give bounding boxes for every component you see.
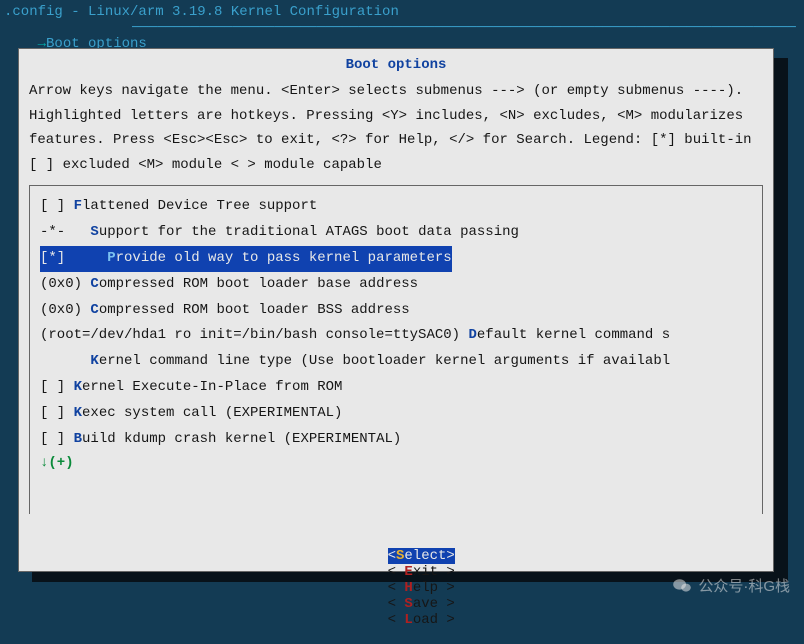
option-item[interactable]: [ ] Build kdump crash kernel (EXPERIMENT… [40, 427, 752, 453]
divider-line: ────────────────────────────────────────… [132, 20, 796, 34]
hotkey: C [90, 276, 98, 292]
option-item[interactable]: [ ] Flattened Device Tree support [40, 194, 752, 220]
exit-button[interactable]: < Exit > [388, 564, 455, 580]
hotkey: C [90, 302, 98, 318]
panel-help-text: Arrow keys navigate the menu. <Enter> se… [29, 79, 763, 177]
option-item[interactable]: (root=/dev/hda1 ro init=/bin/bash consol… [40, 323, 752, 349]
option-item[interactable]: [ ] Kernel Execute-In-Place from ROM [40, 375, 752, 401]
hotkey: B [74, 431, 82, 447]
hotkey: S [90, 224, 98, 240]
options-list[interactable]: [ ] Flattened Device Tree support -*- Su… [29, 185, 763, 514]
terminal: .config - Linux/arm 3.19.8 Kernel Config… [0, 0, 804, 604]
panel-title: Boot options [29, 57, 763, 73]
hotkey: F [74, 198, 82, 214]
option-item-selected[interactable]: [*] Provide old way to pass kernel param… [40, 246, 752, 272]
load-button[interactable]: < Load > [388, 612, 455, 628]
window-title: .config - Linux/arm 3.19.8 Kernel Config… [0, 0, 804, 20]
select-button[interactable]: <Select> [388, 548, 455, 564]
option-item[interactable]: -*- Support for the traditional ATAGS bo… [40, 220, 752, 246]
save-button[interactable]: < Save > [388, 596, 455, 612]
menuconfig-panel: Boot options Arrow keys navigate the men… [18, 48, 774, 572]
hotkey: P [107, 250, 115, 266]
hotkey: D [468, 327, 476, 343]
help-button[interactable]: < Help > [388, 580, 455, 596]
hotkey: K [90, 353, 98, 369]
button-row: <Select> < Exit > < Help > < Save > < Lo… [29, 532, 763, 644]
option-item[interactable]: (0x0) Compressed ROM boot loader base ad… [40, 272, 752, 298]
more-down-icon: ↓(+) [40, 455, 752, 471]
hotkey: K [74, 405, 82, 421]
option-item[interactable]: (0x0) Compressed ROM boot loader BSS add… [40, 298, 752, 324]
option-item[interactable]: [ ] Kexec system call (EXPERIMENTAL) [40, 401, 752, 427]
option-item[interactable]: Kernel command line type (Use bootloader… [40, 349, 752, 375]
hotkey: K [74, 379, 82, 395]
